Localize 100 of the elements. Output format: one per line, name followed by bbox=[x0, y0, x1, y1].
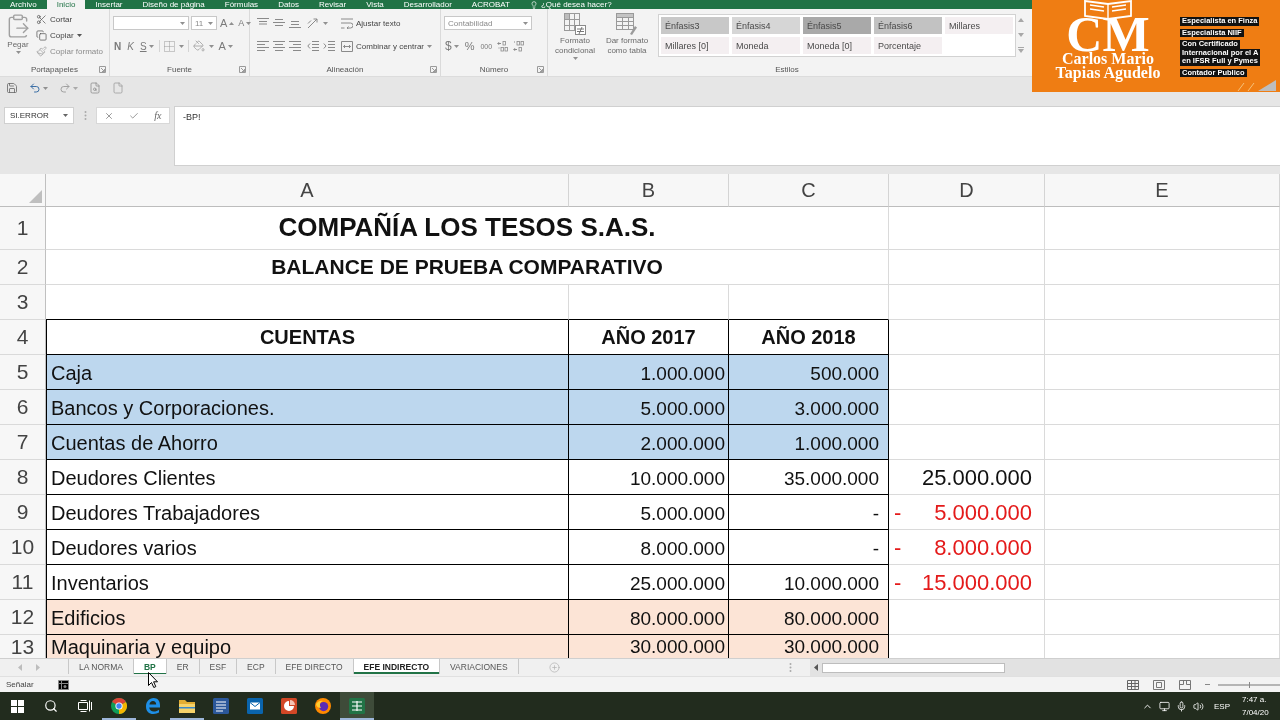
fill-bucket-icon[interactable] bbox=[192, 40, 205, 52]
cut-button[interactable]: Cortar bbox=[36, 13, 103, 25]
dialog-launcher-icon[interactable] bbox=[430, 65, 437, 73]
dialog-launcher-icon[interactable] bbox=[537, 65, 544, 73]
more-styles-icon[interactable] bbox=[1018, 47, 1024, 53]
bold-button[interactable]: N bbox=[113, 39, 123, 53]
font-size-field[interactable]: 11 bbox=[191, 16, 217, 30]
insert-function-button[interactable]: fx bbox=[154, 110, 162, 121]
web-browser-icon[interactable] bbox=[145, 698, 161, 714]
cell-style-option[interactable]: Millares bbox=[945, 17, 1013, 34]
new-document-icon[interactable] bbox=[112, 82, 124, 94]
document-app-icon[interactable] bbox=[213, 698, 229, 714]
ribbon-tab[interactable]: Archivo bbox=[0, 0, 47, 9]
conditional-format-button[interactable]: Formato condicional bbox=[550, 13, 600, 60]
task-view-icon[interactable] bbox=[78, 700, 92, 712]
percent-button[interactable]: % bbox=[463, 39, 476, 53]
align-right-icon[interactable] bbox=[289, 41, 301, 51]
grip-dots-icon[interactable] bbox=[789, 663, 792, 672]
ribbon-tab[interactable]: Diseño de página bbox=[132, 0, 215, 9]
align-left-icon[interactable] bbox=[257, 41, 269, 51]
network-icon[interactable] bbox=[1159, 700, 1170, 712]
sheet-tab[interactable]: VARIACIONES bbox=[440, 659, 519, 674]
decrease-decimal-icon[interactable] bbox=[513, 40, 526, 52]
paste-button[interactable]: Pegar bbox=[3, 13, 33, 54]
sheet-tab[interactable]: BP bbox=[133, 659, 167, 674]
cell-style-option[interactable]: Millares [0] bbox=[661, 37, 729, 54]
align-bottom-icon[interactable] bbox=[289, 18, 301, 28]
volume-icon[interactable] bbox=[1193, 700, 1204, 712]
number-format-field[interactable]: Contabilidad bbox=[444, 16, 532, 30]
currency-button[interactable]: $ bbox=[444, 39, 460, 53]
ribbon-tab[interactable]: Datos bbox=[268, 0, 310, 9]
underline-button[interactable]: S bbox=[138, 39, 155, 53]
windows-start-icon[interactable] bbox=[10, 699, 24, 713]
presentation-app-icon[interactable] bbox=[281, 698, 297, 714]
ribbon-tab[interactable]: Fórmulas bbox=[214, 0, 269, 9]
align-center-icon[interactable] bbox=[273, 41, 285, 51]
cell-style-option[interactable]: Énfasis5 bbox=[803, 17, 871, 34]
undo-icon[interactable] bbox=[29, 82, 41, 94]
shrink-font-button[interactable]: A bbox=[237, 16, 253, 30]
borders-icon[interactable] bbox=[163, 40, 175, 52]
normal-view-icon[interactable] bbox=[1127, 679, 1139, 690]
browser-icon[interactable] bbox=[111, 698, 127, 714]
merge-center-button[interactable]: Combinar y centrar bbox=[341, 40, 440, 52]
save-icon[interactable] bbox=[6, 82, 18, 94]
wrap-text-button[interactable]: Ajustar texto bbox=[341, 17, 440, 29]
horizontal-scrollbar[interactable] bbox=[810, 659, 1280, 676]
sheet-tab[interactable]: ER bbox=[166, 659, 200, 674]
text-angle-icon[interactable] bbox=[307, 17, 319, 29]
align-top-icon[interactable] bbox=[257, 18, 269, 28]
sheet-tab[interactable]: EFE INDIRECTO bbox=[353, 659, 441, 674]
font-color-button[interactable]: A bbox=[217, 39, 234, 53]
dialog-launcher-icon[interactable] bbox=[239, 65, 246, 73]
copy-button[interactable]: Copiar bbox=[36, 29, 103, 41]
sheet-tab[interactable]: ECP bbox=[237, 659, 276, 674]
format-table-button[interactable]: Dar formato como tabla bbox=[602, 13, 652, 56]
redo-icon[interactable] bbox=[59, 82, 71, 94]
tell-me-search[interactable]: ¿Qué desea hacer? bbox=[529, 0, 612, 9]
macro-record-icon[interactable] bbox=[57, 679, 69, 690]
ribbon-tab[interactable]: Inicio bbox=[46, 0, 86, 9]
dialog-launcher-icon[interactable] bbox=[99, 65, 106, 73]
cancel-icon[interactable] bbox=[104, 110, 115, 121]
mail-app-icon[interactable] bbox=[247, 698, 263, 714]
page-layout-icon[interactable] bbox=[1153, 679, 1165, 690]
spreadsheet-app-icon[interactable] bbox=[349, 698, 365, 714]
sheet-tab[interactable]: LA NORMA bbox=[69, 659, 134, 674]
folder-icon[interactable] bbox=[179, 699, 195, 713]
decrease-indent-icon[interactable] bbox=[307, 41, 319, 51]
increase-indent-icon[interactable] bbox=[323, 41, 335, 51]
grow-font-button[interactable]: A bbox=[219, 16, 236, 30]
fox-globe-icon[interactable] bbox=[315, 698, 331, 714]
cell-style-option[interactable]: Énfasis4 bbox=[732, 17, 800, 34]
scroll-up-icon[interactable] bbox=[1018, 18, 1024, 22]
cell-style-option[interactable]: Porcentaje bbox=[874, 37, 942, 54]
select-all-button[interactable] bbox=[0, 174, 46, 207]
scrollbar-thumb[interactable] bbox=[822, 662, 1005, 673]
cell-style-option[interactable]: Moneda bbox=[732, 37, 800, 54]
previous-sheet-icon[interactable] bbox=[18, 664, 22, 671]
scroll-down-icon[interactable] bbox=[1018, 32, 1024, 37]
name-box[interactable]: SI.ERROR bbox=[4, 107, 74, 124]
ribbon-tab[interactable]: Vista bbox=[356, 0, 394, 9]
cell-style-option[interactable]: Énfasis3 bbox=[661, 17, 729, 34]
increase-decimal-icon[interactable] bbox=[497, 40, 510, 52]
microphone-icon[interactable] bbox=[1176, 700, 1187, 712]
font-name-field[interactable] bbox=[113, 16, 189, 30]
ribbon-tab[interactable]: ACROBAT bbox=[461, 0, 520, 9]
grip-dots-icon[interactable] bbox=[84, 111, 87, 120]
ribbon-tab[interactable]: Revisar bbox=[309, 0, 357, 9]
sheet-tab[interactable]: EFE DIRECTO bbox=[275, 659, 354, 674]
zoom-slider-track[interactable] bbox=[1218, 683, 1280, 686]
ribbon-tab[interactable]: Desarrollador bbox=[393, 0, 462, 9]
italic-button[interactable]: K bbox=[126, 39, 135, 53]
language-indicator[interactable]: ESP bbox=[1214, 701, 1230, 711]
align-middle-icon[interactable] bbox=[273, 18, 285, 28]
cell-style-option[interactable]: Moneda [0] bbox=[803, 37, 871, 54]
next-sheet-icon[interactable] bbox=[36, 664, 40, 671]
ribbon-tab[interactable]: Insertar bbox=[85, 0, 133, 9]
enter-check-icon[interactable] bbox=[129, 110, 140, 121]
print-preview-icon[interactable] bbox=[89, 82, 101, 94]
cell-style-option[interactable]: Énfasis6 bbox=[874, 17, 942, 34]
format-painter-button[interactable]: Copiar formato bbox=[36, 45, 103, 57]
